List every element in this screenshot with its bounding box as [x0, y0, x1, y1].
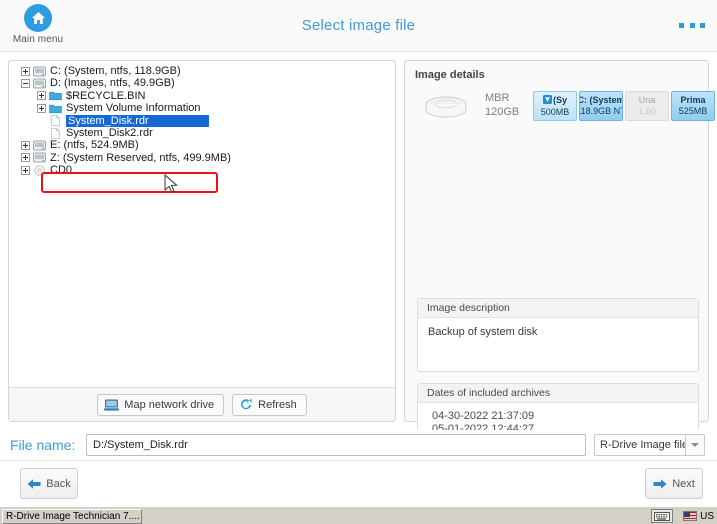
partition-size: 118.9GB NT — [579, 106, 622, 116]
arrow-right-icon — [653, 478, 667, 489]
language-indicator[interactable]: US — [683, 509, 714, 523]
no-expander — [37, 116, 46, 125]
partition-name: C: (System — [579, 95, 623, 105]
main-content: C: (System, ntfs, 118.9GB) D: (Images, nt… — [0, 52, 717, 463]
tree-toolbar: Map network drive Refresh — [9, 387, 395, 421]
next-label: Next — [672, 477, 695, 490]
partition-name: (Sy — [542, 94, 567, 107]
expand-icon[interactable] — [37, 103, 46, 113]
disk-meta: MBR 120GB — [485, 91, 519, 119]
network-drive-icon — [104, 399, 120, 411]
file-icon — [49, 127, 62, 139]
taskbar: R-Drive Image Technician 7.... US — [0, 506, 717, 524]
partition-name: Una — [638, 95, 656, 105]
application-window: Main menu Select image file C: (System, … — [0, 0, 717, 524]
partition-name: Prima — [680, 95, 706, 105]
arrow-left-icon — [27, 478, 41, 489]
tree-node-label: E: (ntfs, 524.9MB) — [50, 139, 139, 152]
expand-icon[interactable] — [21, 141, 30, 151]
partition-block-0[interactable]: (Sy 500MB — [533, 91, 577, 121]
tree-node-label: D: (Images, ntfs, 49.9GB) — [50, 77, 175, 90]
windows-icon — [542, 94, 552, 107]
file-name-label: File name: — [10, 437, 76, 453]
refresh-icon — [241, 398, 252, 410]
partition-size: 525MB — [678, 106, 708, 116]
file-name-input[interactable] — [86, 434, 586, 456]
wizard-footer: Back Next — [0, 460, 717, 506]
image-description-box: Image description Backup of system disk — [417, 298, 699, 372]
image-description-text: Backup of system disk — [428, 326, 538, 338]
chevron-down-icon — [691, 443, 699, 447]
image-description-title: Image description — [418, 299, 698, 318]
file-tree[interactable]: C: (System, ntfs, 118.9GB) D: (Images, nt… — [9, 61, 395, 386]
keyboard-icon[interactable] — [651, 509, 673, 523]
tree-node-2[interactable]: $RECYCLE.BIN — [11, 90, 395, 102]
expand-icon[interactable] — [37, 91, 46, 101]
partition-block-2[interactable]: Una 1.60 — [625, 91, 669, 121]
cd-icon — [33, 164, 46, 176]
tree-node-label: C: (System, ntfs, 118.9GB) — [50, 65, 181, 77]
dates-title: Dates of included archives — [418, 384, 698, 403]
expand-icon[interactable] — [21, 153, 30, 163]
app-header: Main menu Select image file — [0, 0, 717, 52]
image-details-panel: Image details MBR 120GB (Sy 500MB C: (Syst… — [404, 60, 715, 463]
disk-scheme: MBR — [485, 92, 510, 104]
tree-node-4[interactable]: System_Disk.rdr — [11, 114, 395, 127]
tree-node-label: Z: (System Reserved, ntfs, 499.9MB) — [50, 151, 231, 164]
taskbar-window-button[interactable]: R-Drive Image Technician 7.... — [2, 509, 142, 524]
partition-size: 500MB — [540, 106, 570, 117]
back-button[interactable]: Back — [20, 468, 78, 499]
page-title: Select image file — [301, 17, 416, 34]
disk-size: 120GB — [485, 106, 520, 118]
file-type-dropdown-arrow[interactable] — [685, 434, 705, 456]
no-expander — [37, 129, 46, 138]
partition-size: 1.60 — [638, 106, 656, 116]
drive-icon — [33, 152, 46, 163]
next-button[interactable]: Next — [645, 468, 703, 499]
disk-summary-row: MBR 120GB (Sy500MBC: (System118.9GB NTUn… — [417, 89, 715, 129]
tree-node-label: CD0 — [50, 164, 73, 177]
collapse-icon[interactable] — [21, 79, 30, 89]
us-flag-icon — [683, 511, 698, 521]
tree-node-3[interactable]: System Volume Information — [11, 102, 395, 114]
image-details-title: Image details — [415, 69, 485, 81]
tree-node-label: System_Disk.rdr — [66, 114, 209, 127]
tree-node-label: System Volume Information — [66, 102, 201, 115]
tree-node-label: $RECYCLE.BIN — [66, 89, 146, 102]
archive-date-0: 04-30-2022 21:37:09 — [432, 410, 535, 422]
partition-block-1[interactable]: C: (System118.9GB NT — [579, 91, 623, 121]
file-icon — [49, 115, 62, 127]
more-options-icon[interactable] — [679, 18, 705, 32]
tree-node-1[interactable]: D: (Images, ntfs, 49.9GB) — [11, 77, 395, 89]
drive-icon — [33, 140, 46, 151]
refresh-button[interactable]: Refresh — [232, 393, 307, 416]
drive-icon — [33, 66, 46, 77]
file-tree-panel: C: (System, ntfs, 118.9GB) D: (Images, nt… — [8, 60, 396, 422]
expand-icon[interactable] — [21, 66, 30, 76]
folder-icon — [49, 90, 62, 101]
hard-disk-icon — [423, 95, 469, 124]
refresh-label: Refresh — [258, 398, 297, 411]
drive-icon — [33, 78, 46, 89]
tree-node-label: System_Disk2.rdr — [66, 126, 153, 139]
expand-icon[interactable] — [21, 165, 30, 175]
map-network-drive-label: Map network drive — [124, 398, 215, 411]
main-menu-label: Main menu — [12, 34, 64, 45]
back-label: Back — [46, 477, 71, 490]
tree-node-8[interactable]: CD0 — [11, 164, 395, 176]
partition-block-3[interactable]: Prima 525MB — [671, 91, 715, 121]
tree-node-5[interactable]: System_Disk2.rdr — [11, 127, 395, 139]
language-label: US — [700, 510, 714, 522]
file-type-select[interactable]: R-Drive Image files — [594, 434, 685, 456]
partition-map[interactable]: (Sy500MBC: (System118.9GB NTUna1.60Prima… — [533, 91, 715, 121]
tree-node-0[interactable]: C: (System, ntfs, 118.9GB) — [11, 65, 395, 77]
tree-node-7[interactable]: Z: (System Reserved, ntfs, 499.9MB) — [11, 152, 395, 164]
tree-node-6[interactable]: E: (ntfs, 524.9MB) — [11, 139, 395, 151]
file-name-row: File name: R-Drive Image files — [0, 430, 717, 460]
folder-icon — [49, 103, 62, 114]
map-network-drive-button[interactable]: Map network drive — [97, 393, 225, 416]
